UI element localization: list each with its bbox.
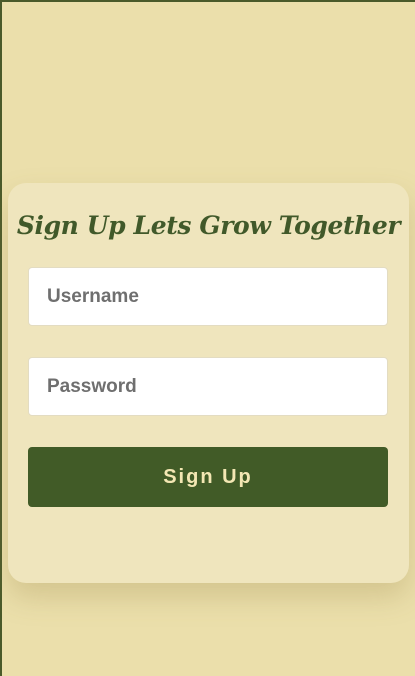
password-input[interactable] [28,357,388,416]
signup-card: Sign Up Lets Grow Together Sign Up [8,183,409,583]
page-background: Sign Up Lets Grow Together Sign Up [2,2,415,676]
username-input[interactable] [28,267,388,326]
sign-up-button[interactable]: Sign Up [28,447,388,507]
signup-title: Sign Up Lets Grow Together [16,211,401,240]
